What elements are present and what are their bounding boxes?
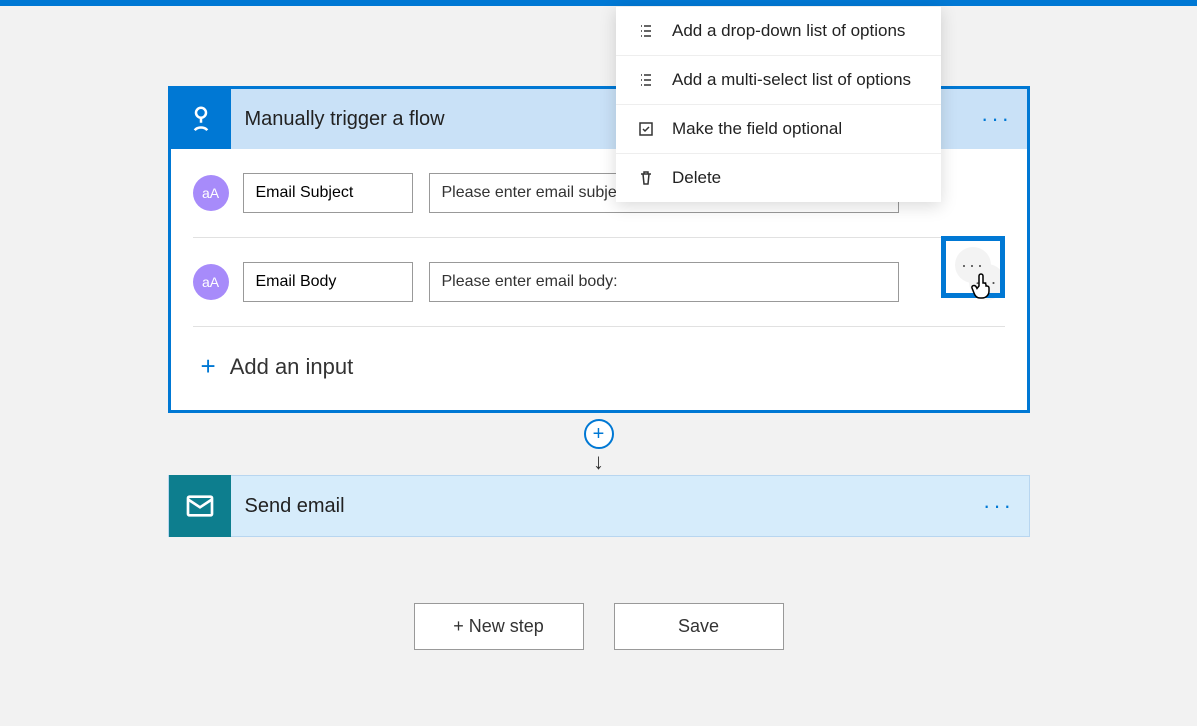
input-row: aA Email Body Please enter email body: ·… [171,238,1027,326]
param-name-input[interactable]: Email Subject [243,173,413,213]
save-button[interactable]: Save [614,603,784,650]
checkbox-icon [634,121,658,137]
field-options-dropdown: Add a drop-down list of options Add a mu… [616,6,941,202]
arrow-down-icon: ↓ [593,449,604,475]
mail-icon [169,475,231,537]
add-input-label: Add an input [230,354,354,380]
action-more-button[interactable]: ··· [969,493,1029,519]
add-input-button[interactable]: + Add an input [171,327,1027,410]
footer-buttons: + New step Save [0,603,1197,650]
dropdown-item-add-multiselect[interactable]: Add a multi-select list of options [616,56,941,105]
dropdown-item-add-dropdown[interactable]: Add a drop-down list of options [616,7,941,56]
list-icon [634,72,658,88]
input-more-button[interactable]: ··· [969,264,1005,300]
dropdown-label: Add a multi-select list of options [672,70,911,90]
text-type-icon: aA [193,264,229,300]
plus-icon: + [201,351,216,382]
dropdown-label: Make the field optional [672,119,842,139]
trigger-more-button[interactable]: ··· [967,106,1027,132]
trigger-icon [171,89,231,149]
insert-step-button[interactable]: + [584,419,614,449]
param-name-input[interactable]: Email Body [243,262,413,302]
text-type-icon: aA [193,175,229,211]
trash-icon [634,170,658,186]
dropdown-label: Delete [672,168,721,188]
list-icon [634,23,658,39]
dropdown-item-optional[interactable]: Make the field optional [616,105,941,154]
new-step-button[interactable]: + New step [414,603,584,650]
dropdown-label: Add a drop-down list of options [672,21,905,41]
action-title: Send email [231,495,969,518]
flow-connector: + ↓ [168,413,1030,475]
action-card[interactable]: Send email ··· [168,475,1030,537]
dropdown-item-delete[interactable]: Delete [616,154,941,202]
flow-canvas: Manually trigger a flow ··· aA Email Sub… [0,6,1197,650]
param-placeholder-input[interactable]: Please enter email body: [429,262,899,302]
